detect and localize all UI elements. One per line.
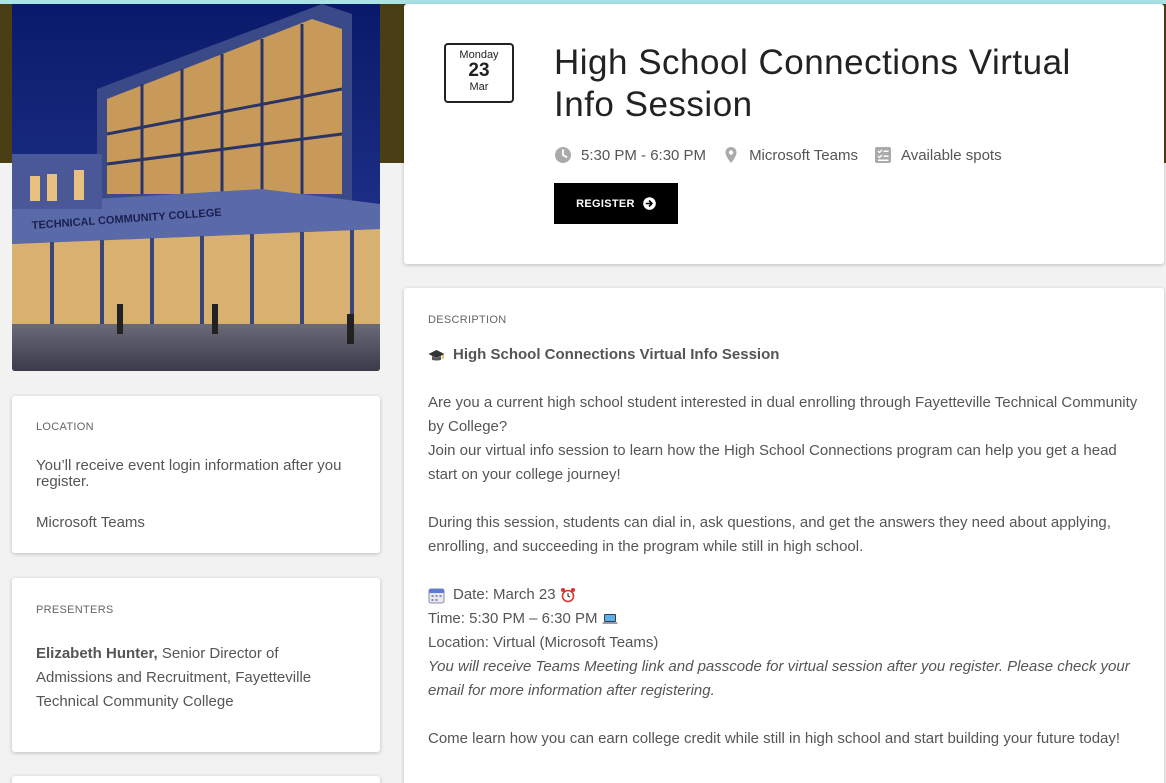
laptop-icon bbox=[602, 611, 618, 627]
alarm-clock-icon bbox=[560, 587, 576, 603]
event-photo: TECHNICAL COMMUNITY COLLEGE bbox=[12, 4, 380, 371]
description-intro-line1: Are you a current high school student in… bbox=[428, 394, 1138, 435]
event-spots: Available spots bbox=[874, 146, 1002, 164]
description-closing: Come learn how you can earn college cred… bbox=[428, 730, 1121, 747]
location-place: Microsoft Teams bbox=[36, 514, 145, 531]
event-venue: Microsoft Teams bbox=[722, 146, 858, 164]
description-details: Date: March 23 Time: 5:30 PM – 6:30 PM L… bbox=[428, 583, 1138, 703]
checklist-icon bbox=[874, 146, 892, 164]
map-pin-icon bbox=[722, 146, 740, 164]
register-button-label: REGISTER bbox=[576, 197, 635, 210]
presenters-card: PRESENTERS Elizabeth Hunter, Senior Dire… bbox=[12, 578, 380, 752]
clock-icon bbox=[554, 146, 572, 164]
event-meta: 5:30 PM - 6:30 PM Microsoft Teams Availa… bbox=[554, 146, 1018, 164]
location-info: You’ll receive event login information a… bbox=[36, 457, 342, 490]
location-label: LOCATION bbox=[36, 421, 94, 433]
description-body: High School Connections Virtual Info Ses… bbox=[428, 343, 1138, 775]
presenter-name: Elizabeth Hunter, bbox=[36, 645, 158, 662]
description-card: DESCRIPTION High School Connections Virt… bbox=[404, 288, 1164, 783]
event-time: 5:30 PM - 6:30 PM bbox=[554, 146, 706, 164]
graduation-cap-icon bbox=[428, 347, 445, 364]
calendar-icon bbox=[428, 587, 445, 604]
arrow-circle-right-icon bbox=[643, 197, 656, 210]
description-intro-line2: Join our virtual info session to learn h… bbox=[428, 442, 1117, 483]
register-button[interactable]: REGISTER bbox=[554, 183, 678, 224]
description-heading: High School Connections Virtual Info Ses… bbox=[428, 343, 1138, 367]
description-note: You will receive Teams Meeting link and … bbox=[428, 658, 1130, 699]
event-header-card: Monday 23 Mar High School Connections Vi… bbox=[404, 4, 1164, 264]
event-spots-text: Available spots bbox=[900, 146, 1002, 164]
description-date-text: Date: March 23 bbox=[453, 586, 556, 603]
event-date-badge: Monday 23 Mar bbox=[444, 43, 514, 103]
date-day: 23 bbox=[468, 60, 490, 81]
presenter-entry: Elizabeth Hunter, Senior Director of Adm… bbox=[36, 642, 326, 714]
event-title: High School Connections Virtual Info Ses… bbox=[554, 43, 1071, 124]
next-sidebar-card bbox=[12, 776, 380, 783]
description-time-line: Time: 5:30 PM – 6:30 PM bbox=[428, 607, 1138, 631]
description-date-line: Date: March 23 bbox=[428, 583, 1138, 607]
description-paragraph-2: During this session, students can dial i… bbox=[428, 514, 1111, 555]
description-heading-text: High School Connections Virtual Info Ses… bbox=[453, 346, 780, 363]
description-label: DESCRIPTION bbox=[428, 314, 507, 326]
location-card: LOCATION You’ll receive event login info… bbox=[12, 396, 380, 553]
event-venue-text: Microsoft Teams bbox=[749, 146, 858, 164]
description-time-text: Time: 5:30 PM – 6:30 PM bbox=[428, 610, 598, 627]
date-month: Mar bbox=[469, 81, 489, 93]
description-location-line: Location: Virtual (Microsoft Teams) bbox=[428, 634, 659, 651]
description-intro: Are you a current high school student in… bbox=[428, 391, 1138, 487]
presenters-label: PRESENTERS bbox=[36, 604, 114, 616]
event-time-text: 5:30 PM - 6:30 PM bbox=[581, 146, 707, 164]
